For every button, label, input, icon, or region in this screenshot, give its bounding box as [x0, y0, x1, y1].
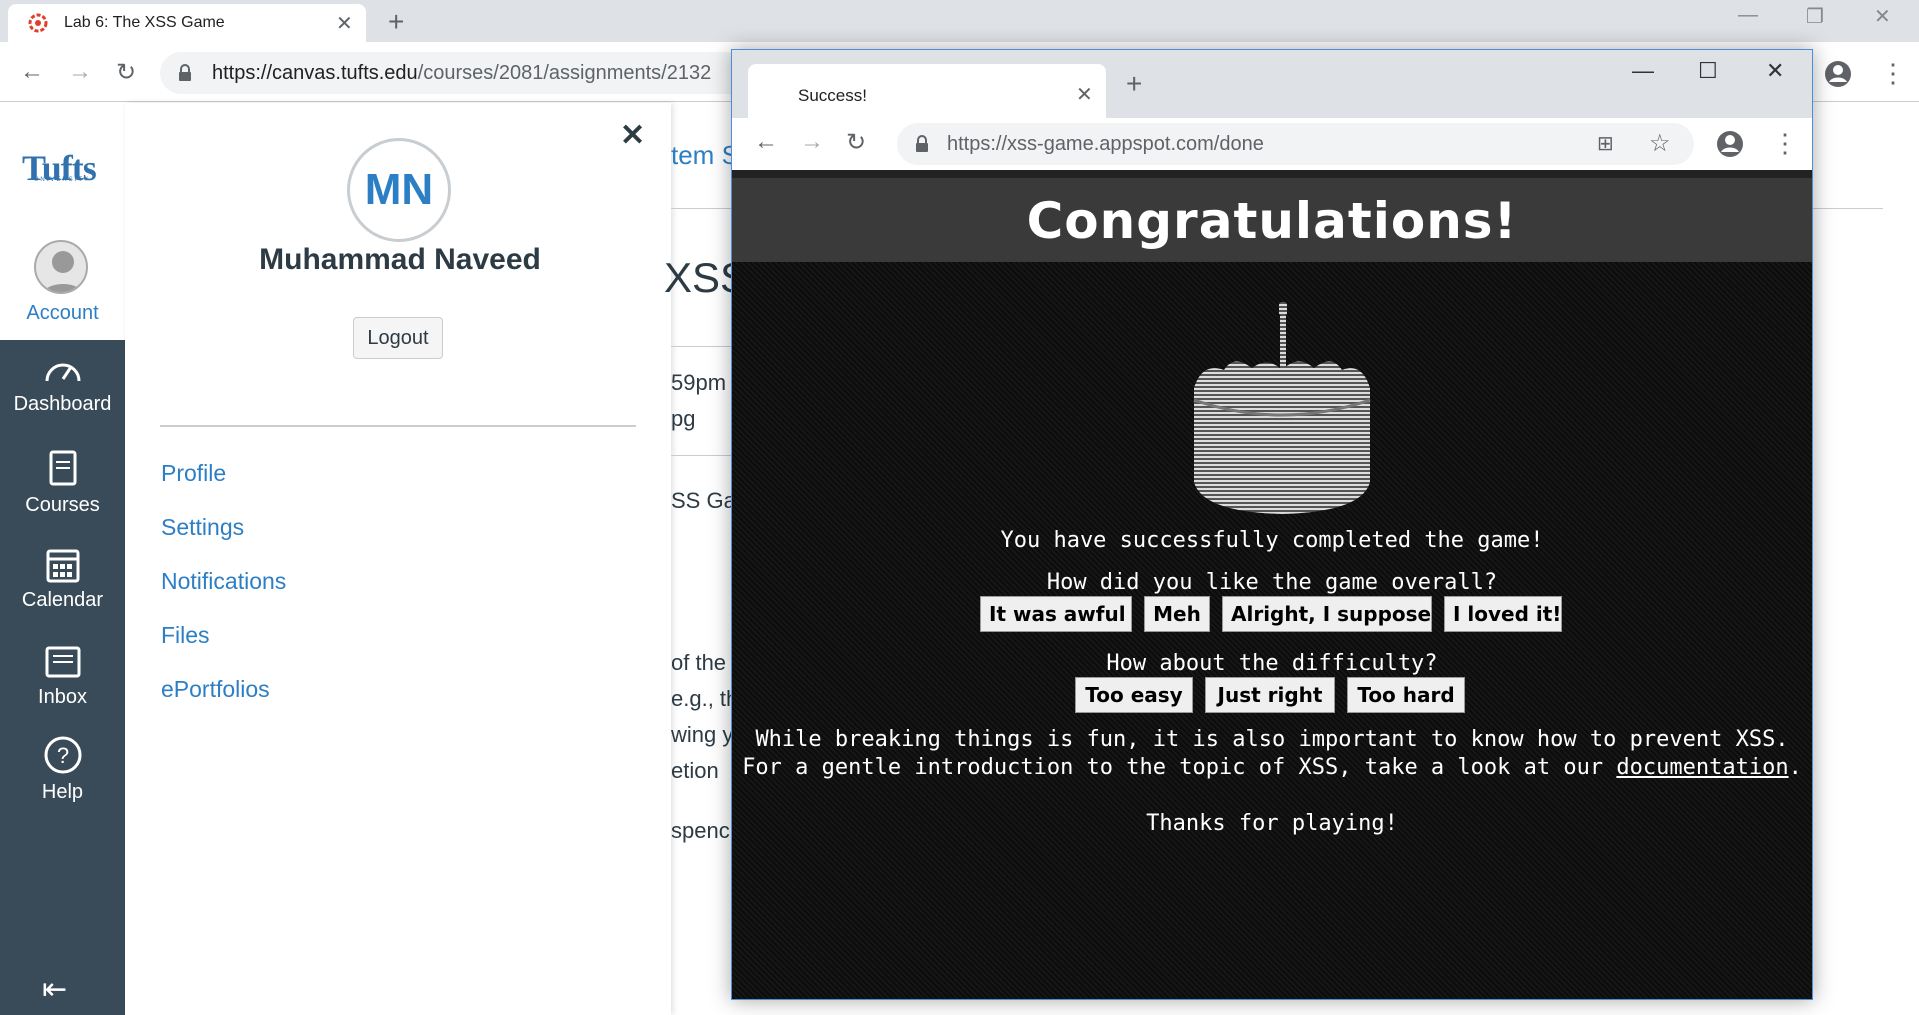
inbox-icon — [45, 646, 80, 678]
bg-fragment: wing y — [671, 722, 734, 747]
popup-maximize-icon[interactable]: ☐ — [1698, 58, 1718, 84]
translate-icon[interactable]: ⊞ — [1597, 131, 1614, 156]
user-initials-avatar: MN — [347, 138, 451, 242]
documentation-prefix: For a gentle introduction to the topic o… — [742, 755, 1617, 780]
nav-calendar-label: Calendar — [21, 589, 104, 611]
bg-fragment: e.g., th — [671, 686, 739, 711]
calendar-icon — [46, 549, 79, 583]
popup-forward-icon[interactable]: → — [800, 128, 824, 156]
reload-icon[interactable]: ↻ — [116, 58, 136, 87]
dashboard-icon — [45, 363, 80, 382]
bg-fragment: of the — [671, 650, 727, 675]
tray-link-notifications[interactable]: Notifications — [161, 568, 286, 595]
popup-reload-icon[interactable]: ↻ — [846, 128, 866, 157]
account-avatar[interactable] — [34, 240, 88, 294]
back-icon[interactable]: ← — [20, 58, 44, 86]
question-difficulty: How about the difficulty? — [1106, 651, 1438, 676]
tray-link-profile[interactable]: Profile — [161, 460, 226, 487]
bg-divider — [671, 346, 731, 347]
bg-fragment: pg — [671, 406, 696, 431]
address-bar[interactable]: https://canvas.tufts.edu/courses/2081/as… — [160, 52, 760, 94]
popup-menu-icon[interactable]: ⋮ — [1772, 128, 1798, 159]
difficulty-easy-button[interactable]: Too easy — [1075, 677, 1193, 713]
popup-tab-close-icon[interactable]: ✕ — [1076, 82, 1093, 107]
prevention-message: While breaking things is fun, it is also… — [755, 727, 1789, 752]
lock-icon — [179, 64, 191, 81]
completed-message: You have successfully completed the game… — [1000, 528, 1544, 553]
rating-overall-row: It was awful Meh Alright, I suppose I lo… — [732, 596, 1812, 634]
tab-active[interactable]: Lab 6: The XSS Game ✕ — [8, 4, 366, 42]
tab-title: Lab 6: The XSS Game — [64, 14, 225, 31]
tray-divider — [160, 425, 636, 427]
popup-minimize-icon[interactable]: — — [1632, 58, 1654, 84]
canvas-logo-icon — [28, 13, 48, 33]
user-name: Muhammad Naveed — [259, 243, 541, 276]
question-overall: How did you like the game overall? — [1046, 570, 1498, 595]
minimize-icon[interactable]: — — [1738, 4, 1758, 27]
popup-address-bar[interactable]: https://xss-game.appspot.com/done ⊞ ☆ — [897, 123, 1694, 165]
documentation-suffix: . — [1788, 755, 1802, 780]
difficulty-right-button[interactable]: Just right — [1205, 677, 1335, 713]
nav-help[interactable]: ? Help — [0, 735, 125, 804]
popup-lock-icon — [916, 135, 928, 152]
popup-back-icon[interactable]: ← — [754, 128, 778, 156]
nav-dashboard-label: Dashboard — [13, 393, 112, 415]
popup-tab[interactable]: Success! ✕ — [748, 64, 1106, 118]
forward-icon[interactable]: → — [68, 58, 92, 86]
nav-dashboard[interactable]: Dashboard — [0, 355, 125, 416]
profile-icon[interactable] — [1824, 60, 1852, 88]
difficulty-row: Too easy Just right Too hard — [732, 677, 1812, 715]
rating-loved-button[interactable]: I loved it! — [1444, 596, 1562, 632]
popup-close-icon[interactable]: ✕ — [1766, 58, 1784, 84]
ascii-cake-image — [1193, 302, 1371, 514]
game-title: Congratulations! — [1026, 192, 1518, 250]
bg-divider — [671, 208, 731, 209]
restore-icon[interactable]: ❐ — [1806, 4, 1824, 29]
logout-button[interactable]: Logout — [353, 317, 443, 359]
popup-profile-icon[interactable] — [1716, 130, 1744, 158]
nav-inbox[interactable]: Inbox — [0, 642, 125, 709]
bg-fragment: 59pm — [671, 370, 727, 395]
collapse-nav-icon[interactable]: ⇤ — [42, 972, 67, 1007]
window-close-icon[interactable]: ✕ — [1874, 4, 1891, 29]
bg-fragment: SS Ga — [671, 488, 736, 513]
bg-fragment: spenc — [671, 818, 730, 843]
svg-text:?: ? — [56, 743, 68, 768]
bookmark-star-icon[interactable]: ☆ — [1649, 129, 1671, 158]
documentation-link[interactable]: documentation — [1616, 755, 1788, 780]
tufts-logo-sub: UNIVERSITY — [34, 177, 91, 183]
rating-meh-button[interactable]: Meh — [1144, 596, 1210, 632]
popup-url-text: https://xss-game.appspot.com/done — [947, 133, 1264, 155]
bg-divider — [1813, 208, 1883, 209]
help-icon: ? — [44, 736, 81, 774]
thanks-message: Thanks for playing! — [1146, 811, 1398, 836]
documentation-message: For a gentle introduction to the topic o… — [732, 755, 1812, 780]
menu-icon[interactable]: ⋮ — [1880, 58, 1906, 89]
nav-calendar[interactable]: Calendar — [0, 545, 125, 612]
nav-account[interactable]: Account — [0, 302, 125, 325]
tray-close-icon[interactable]: ✕ — [620, 118, 645, 153]
tab-close-icon[interactable]: ✕ — [336, 11, 353, 36]
popup-window: Success! ✕ + — ☐ ✕ ← → ↻ https://xss-gam… — [731, 49, 1813, 1000]
popup-new-tab-icon[interactable]: + — [1126, 68, 1142, 100]
courses-icon — [49, 450, 76, 486]
nav-courses-label: Courses — [25, 494, 100, 516]
url-text: https://canvas.tufts.edu/courses/2081/as… — [212, 62, 712, 84]
tray-link-settings[interactable]: Settings — [161, 514, 244, 541]
tray-link-eportfolios[interactable]: ePortfolios — [161, 676, 270, 703]
nav-courses[interactable]: Courses — [0, 450, 125, 517]
tray-link-files[interactable]: Files — [161, 622, 210, 649]
rating-awful-button[interactable]: It was awful — [980, 596, 1132, 632]
nav-inbox-label: Inbox — [38, 686, 87, 708]
game-banner: Congratulations! — [732, 170, 1812, 262]
bg-divider — [671, 455, 731, 456]
bg-fragment: tem S — [671, 140, 739, 170]
rating-alright-button[interactable]: Alright, I suppose — [1222, 596, 1432, 632]
game-page: Congratulations! You have successfully c… — [732, 170, 1812, 999]
bg-fragment: etion — [671, 758, 719, 783]
popup-tab-title: Success! — [798, 86, 867, 105]
difficulty-hard-button[interactable]: Too hard — [1347, 677, 1465, 713]
nav-help-label: Help — [41, 781, 84, 803]
new-tab-icon[interactable]: + — [388, 6, 404, 38]
